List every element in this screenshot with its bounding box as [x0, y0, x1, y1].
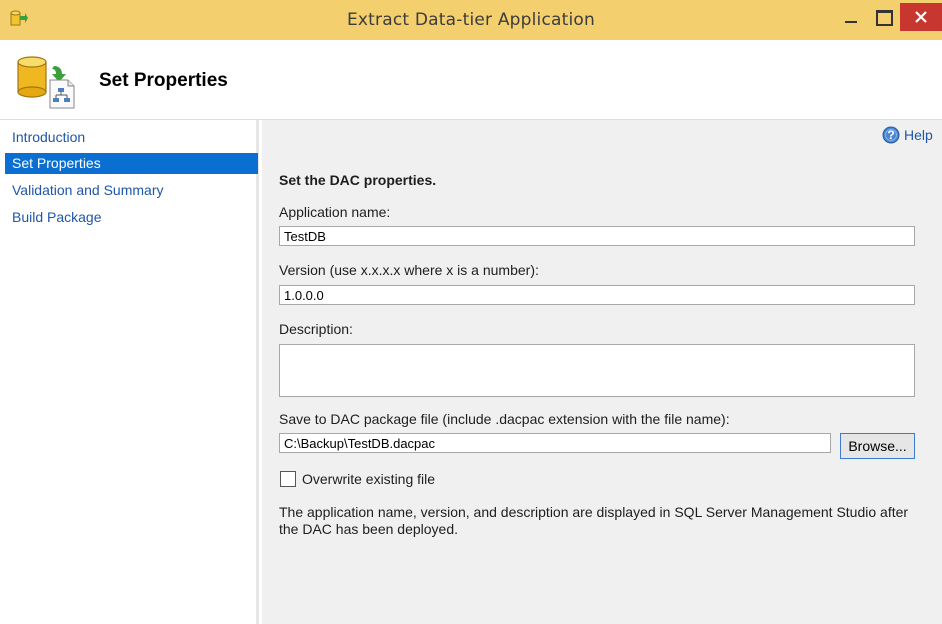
- sidebar-item-build-package[interactable]: Build Package: [5, 207, 258, 228]
- sidebar-item-validation-and-summary[interactable]: Validation and Summary: [5, 180, 258, 201]
- browse-button[interactable]: Browse...: [840, 433, 915, 459]
- info-note: The application name, version, and descr…: [279, 504, 909, 537]
- minimize-icon: [845, 21, 857, 23]
- description-label: Description:: [279, 321, 353, 337]
- svg-text:?: ?: [887, 128, 894, 142]
- overwrite-checkbox[interactable]: [280, 471, 296, 487]
- close-icon: [915, 11, 927, 23]
- version-field[interactable]: [279, 285, 915, 305]
- section-title: Set the DAC properties.: [279, 172, 437, 188]
- wizard-steps-sidebar: Introduction Set Properties Validation a…: [0, 120, 259, 624]
- title-bar: Extract Data-tier Application: [0, 0, 942, 40]
- version-label: Version (use x.x.x.x where x is a number…: [279, 262, 539, 278]
- maximize-icon: [876, 10, 893, 26]
- help-label: Help: [904, 127, 933, 143]
- application-name-label: Application name:: [279, 204, 391, 220]
- help-icon: ?: [882, 126, 900, 144]
- application-name-field[interactable]: [279, 226, 915, 246]
- page-header: Set Properties: [0, 40, 942, 120]
- overwrite-label[interactable]: Overwrite existing file: [302, 471, 435, 487]
- database-package-icon: [17, 56, 75, 109]
- save-path-field[interactable]: [279, 433, 831, 453]
- save-path-label: Save to DAC package file (include .dacpa…: [279, 411, 730, 427]
- sidebar-item-introduction[interactable]: Introduction: [5, 127, 258, 148]
- window-title: Extract Data-tier Application: [346, 10, 596, 30]
- sidebar-item-set-properties[interactable]: Set Properties: [5, 153, 258, 174]
- close-button[interactable]: [900, 3, 942, 31]
- maximize-button[interactable]: [862, 2, 904, 32]
- properties-panel: ? Help Set the DAC properties. Applicati…: [262, 120, 942, 624]
- page-title: Set Properties: [99, 70, 228, 91]
- description-field[interactable]: [279, 344, 915, 397]
